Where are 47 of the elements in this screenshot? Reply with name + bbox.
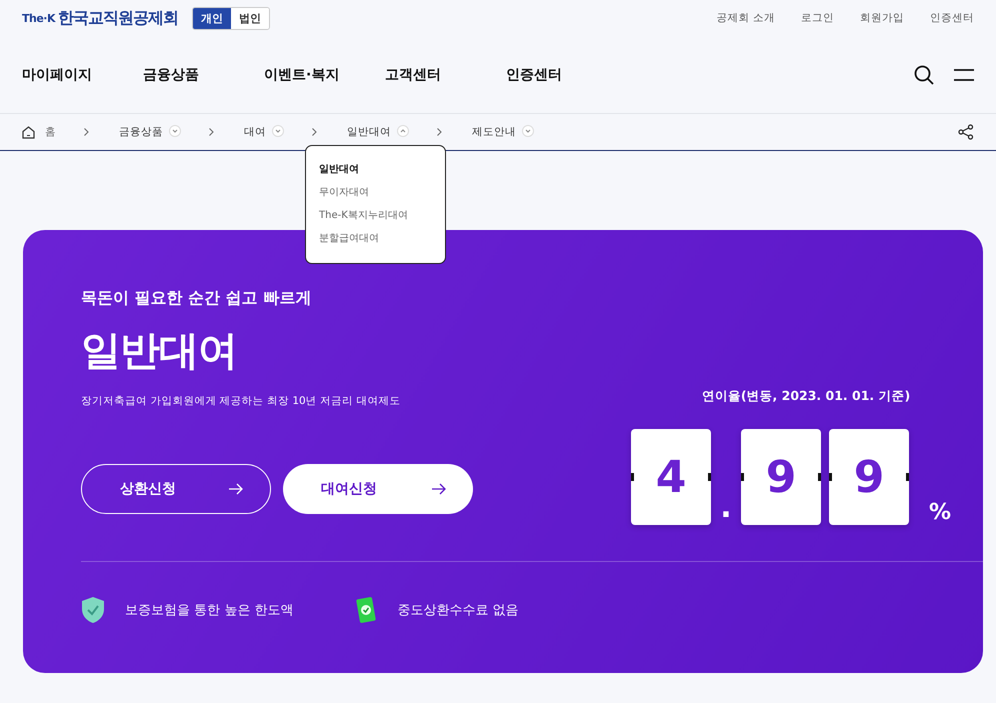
utility-link[interactable]: 공제회 소개	[716, 11, 775, 25]
arrow-right-icon	[228, 483, 244, 495]
hero-description: 장기저축급여 가입회원에게 제공하는 최장 10년 저금리 대여제도	[81, 394, 402, 408]
chevron-right-icon	[209, 128, 214, 136]
breadcrumb-item[interactable]: 금융상품	[119, 124, 181, 140]
member-type-tab[interactable]: 법인	[231, 8, 269, 28]
breadcrumb-item[interactable]: 일반대여	[347, 124, 409, 140]
rate-caption: 연이율(변동, 2023. 01. 01. 기준)	[702, 388, 910, 405]
chevron-icon	[169, 124, 181, 136]
menu-icon[interactable]	[954, 68, 974, 82]
breadcrumb-home[interactable]: 홈	[22, 125, 56, 139]
dropdown-item[interactable]: 무이자대여	[319, 185, 369, 199]
breadcrumb-item[interactable]: 제도안내	[472, 124, 534, 140]
rate-digit-card: 4	[631, 429, 711, 525]
logo-text[interactable]: 한국교직원공제회	[58, 8, 178, 28]
dropdown-item[interactable]: 분할급여대여	[319, 231, 379, 245]
percent-sign: %	[929, 500, 952, 525]
decimal-point: .	[719, 490, 733, 525]
feature-text: 중도상환수수료 없음	[397, 602, 519, 619]
chevron-right-icon	[437, 128, 442, 136]
logo-prefix[interactable]: The·K	[22, 12, 55, 24]
apply-button[interactable]: 대여신청	[283, 464, 473, 514]
utility-link[interactable]: 인증센터	[930, 11, 974, 25]
chevron-icon	[272, 124, 284, 136]
dropdown-item[interactable]: The-K복지누리대여	[319, 208, 408, 222]
rate-digit-card: 9	[741, 429, 821, 525]
chevron-right-icon	[312, 128, 317, 136]
hero-title: 일반대여	[81, 327, 238, 376]
hero-tagline: 목돈이 필요한 순간 쉽고 빠르게	[81, 288, 312, 309]
chevron-icon	[397, 124, 409, 136]
breadcrumb-item[interactable]: 대여	[244, 124, 284, 140]
arrow-right-icon	[431, 483, 447, 495]
dropdown-item[interactable]: 일반대여	[319, 162, 359, 176]
chevron-right-icon	[84, 128, 89, 136]
money-icon	[355, 596, 378, 624]
member-type-tab[interactable]: 개인	[193, 8, 231, 28]
shield-check-icon	[81, 596, 105, 624]
share-icon[interactable]	[958, 124, 974, 140]
home-icon	[22, 126, 35, 138]
apply-button[interactable]: 상환신청	[81, 464, 271, 514]
utility-link[interactable]: 회원가입	[860, 11, 904, 25]
rate-digit-card: 9	[829, 429, 909, 525]
nav-item[interactable]: 인증센터	[506, 66, 631, 84]
search-icon[interactable]	[914, 64, 934, 84]
utility-link[interactable]: 로그인	[801, 11, 834, 25]
chevron-icon	[522, 124, 534, 136]
feature-text: 보증보험을 통한 높은 한도액	[125, 602, 294, 619]
